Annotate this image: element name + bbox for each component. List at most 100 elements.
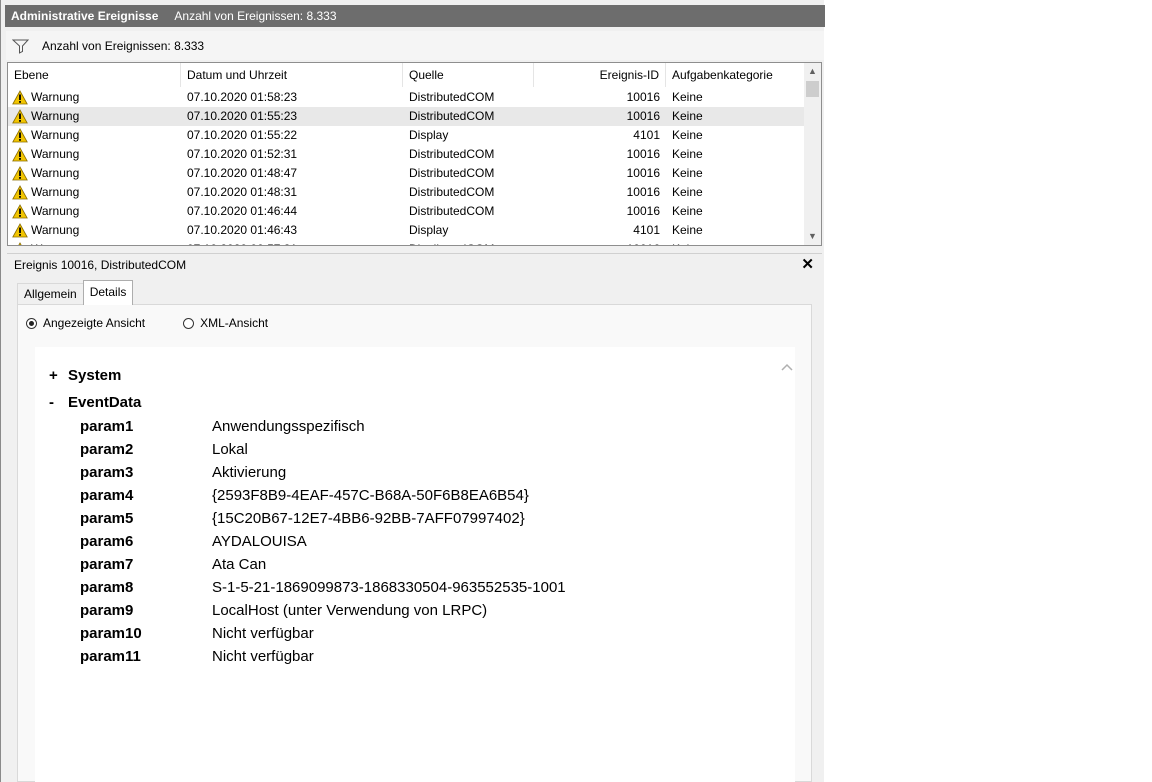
chevron-up-icon[interactable] <box>779 359 795 375</box>
param-name: param9 <box>80 602 134 619</box>
param-value: Ata Can <box>212 556 267 573</box>
tab-details[interactable]: Details <box>82 280 134 305</box>
event-id-cell: 10016 <box>626 166 660 180</box>
event-id-cell: 10016 <box>626 147 660 161</box>
table-row[interactable]: Warnung 07.10.2020 00:57:31DistributedCOM… <box>8 240 804 245</box>
collapse-toggle[interactable]: - <box>49 394 68 411</box>
column-header-datetime[interactable]: Datum und Uhrzeit <box>181 63 403 87</box>
warning-icon <box>12 147 28 162</box>
radio-friendly-view[interactable]: Angezeigte Ansicht <box>26 316 145 330</box>
column-header-level[interactable]: Ebene <box>8 63 181 87</box>
param-name: param4 <box>80 487 134 504</box>
level-text: Warnung <box>31 128 80 142</box>
warning-icon <box>12 223 28 238</box>
source-cell: Display <box>409 128 449 142</box>
expand-toggle[interactable]: + <box>49 367 68 384</box>
table-row[interactable]: Warnung 07.10.2020 01:46:44 DistributedCOM… <box>8 202 804 221</box>
tab-general[interactable]: Allgemein <box>17 283 84 304</box>
table-row[interactable]: Warnung 07.10.2020 01:48:31 DistributedCOM… <box>8 183 804 202</box>
source-cell: DistributedCOM <box>409 166 495 180</box>
param-value: Anwendungsspezifisch <box>212 418 365 435</box>
system-node[interactable]: + System <box>49 367 121 384</box>
event-id-cell: 10016 <box>626 90 660 104</box>
event-list: Ebene Datum und Uhrzeit Quelle Ereignis-… <box>7 62 822 246</box>
param-value: {15C20B67-12E7-4BB6-92BB-7AFF07997402} <box>212 510 525 527</box>
level-text: Warnung <box>31 90 80 104</box>
param-row: param8 S-1-5-21-1869099873-1868330504-963… <box>80 579 566 596</box>
event-id-cell: 10016 <box>626 185 660 199</box>
param-value: Nicht verfügbar <box>212 625 314 642</box>
source-cell: DistributedCOM <box>409 109 495 123</box>
param-row: param10 Nicht verfügbar <box>80 625 314 642</box>
param-row: param4 {2593F8B9-4EAF-457C-B68A-50F6B8EA6… <box>80 487 529 504</box>
param-row: param5 {15C20B67-12E7-4BB6-92BB-7AFF07997… <box>80 510 525 527</box>
level-text: Warnung <box>31 240 79 245</box>
datetime-cell: 07.10.2020 01:58:23 <box>187 90 298 104</box>
radio-xml-view[interactable]: XML-Ansicht <box>183 316 268 330</box>
param-row: param2 Lokal <box>80 441 248 458</box>
param-name: param7 <box>80 556 134 573</box>
radio-xml-view-button[interactable] <box>183 317 195 329</box>
scroll-down-arrow-icon[interactable]: ▼ <box>804 228 821 245</box>
filter-icon[interactable] <box>12 38 30 54</box>
warning-icon <box>12 90 28 105</box>
radio-friendly-view-button[interactable] <box>26 317 37 329</box>
level-text: Warnung <box>31 147 80 161</box>
source-cell: DistributedCOM <box>409 90 495 104</box>
level-cell: Warnung <box>8 240 181 245</box>
close-icon[interactable]: ✕ <box>801 255 814 273</box>
param-value: Aktivierung <box>212 464 287 481</box>
level-cell: Warnung <box>8 183 181 202</box>
param-row: param7 Ata Can <box>80 556 266 573</box>
system-node-label: System <box>68 367 122 384</box>
table-row[interactable]: Warnung 07.10.2020 01:52:31 DistributedCOM… <box>8 145 804 164</box>
event-list-header: Ebene Datum und Uhrzeit Quelle Ereignis-… <box>8 63 804 87</box>
level-text: Warnung <box>31 166 80 180</box>
table-row[interactable]: Warnung 07.10.2020 01:48:47 DistributedCOM… <box>8 164 804 183</box>
filter-bar: Anzahl von Ereignissen: 8.333 <box>6 31 824 60</box>
filter-count-text: Anzahl von Ereignissen: 8.333 <box>42 38 205 53</box>
param-name: param2 <box>80 441 134 458</box>
datetime-cell: 07.10.2020 01:52:31 <box>187 147 298 161</box>
param-value: Nicht verfügbar <box>212 648 314 665</box>
level-text: Warnung <box>31 223 80 237</box>
event-id-cell: 10016 <box>534 240 666 245</box>
view-mode-radio-group: Angezeigte Ansicht XML-Ansicht <box>26 316 306 330</box>
event-data-view: + System - EventData param1 Anwendungsspezi… <box>35 347 795 782</box>
datetime-cell: 07.10.2020 01:46:44 <box>187 204 298 218</box>
param-row: param1 Anwendungsspezifisch <box>80 418 365 435</box>
level-cell: Warnung <box>8 107 181 126</box>
level-cell: Warnung <box>8 88 181 107</box>
table-row[interactable]: Warnung 07.10.2020 01:58:23 DistributedCOM… <box>8 88 804 107</box>
source-cell: DistributedCOM <box>409 147 495 161</box>
source-cell: DistributedCOM <box>409 204 495 218</box>
param-name: param8 <box>80 579 134 596</box>
event-id-cell: 4101 <box>633 128 660 142</box>
event-detail-title: Ereignis 10016, DistributedCOM <box>14 257 187 272</box>
category-cell: Keine <box>672 223 703 237</box>
event-list-scrollbar[interactable]: ▲ ▼ <box>804 63 821 245</box>
scroll-up-arrow-icon[interactable]: ▲ <box>804 63 821 80</box>
column-header-task-category[interactable]: Aufgabenkategorie <box>666 63 804 87</box>
param-value: {2593F8B9-4EAF-457C-B68A-50F6B8EA6B54} <box>212 487 529 504</box>
column-header-event-id[interactable]: Ereignis-ID <box>534 63 666 87</box>
warning-icon <box>12 109 28 124</box>
eventdata-node[interactable]: - EventData <box>49 394 141 411</box>
category-cell: Keine <box>666 240 804 245</box>
event-rows: Warnung 07.10.2020 01:58:23 DistributedCOM… <box>8 88 804 245</box>
table-row[interactable]: Warnung 07.10.2020 01:46:43 Display 4101 Kei… <box>8 221 804 240</box>
view-event-count: Anzahl von Ereignissen: 8.333 <box>174 9 337 23</box>
radio-xml-view-label: XML-Ansicht <box>200 316 269 330</box>
column-header-source[interactable]: Quelle <box>403 63 534 87</box>
param-value: LocalHost (unter Verwendung von LRPC) <box>212 602 488 619</box>
param-name: param6 <box>80 533 134 550</box>
event-id-cell: 10016 <box>626 204 660 218</box>
scroll-thumb[interactable] <box>806 81 819 97</box>
table-row[interactable]: Warnung 07.10.2020 01:55:22 Display 4101 Kei… <box>8 126 804 145</box>
level-cell: Warnung <box>8 221 181 240</box>
param-name: param1 <box>80 418 134 435</box>
level-cell: Warnung <box>8 164 181 183</box>
param-name: param11 <box>80 648 141 665</box>
table-row[interactable]: Warnung 07.10.2020 01:55:23 DistributedCOM… <box>8 107 804 126</box>
category-cell: Keine <box>672 128 703 142</box>
